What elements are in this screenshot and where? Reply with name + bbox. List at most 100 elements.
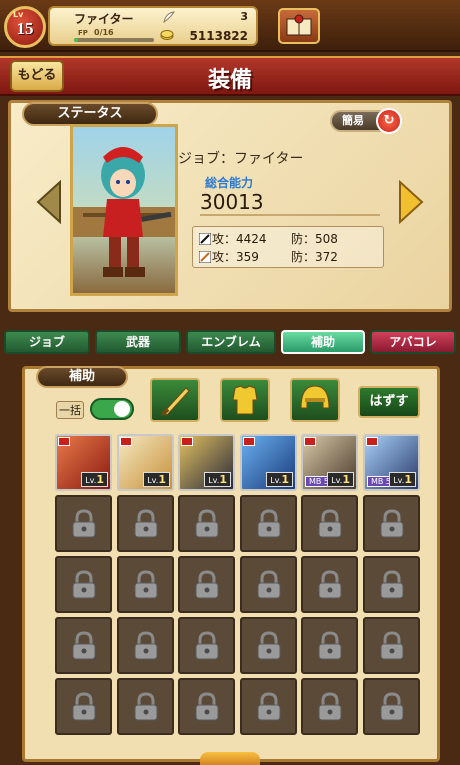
level-badge: Lv 15 bbox=[4, 6, 46, 48]
bulk-toggle[interactable] bbox=[90, 398, 134, 420]
lock-icon bbox=[134, 509, 158, 538]
armor-filter-button[interactable] bbox=[220, 378, 270, 422]
support-card[interactable]: MB 5 Lv.1 bbox=[301, 434, 358, 491]
lock-icon bbox=[72, 631, 96, 660]
tab-weapon[interactable]: 武器 bbox=[95, 330, 181, 354]
card-level-badge: Lv.1 bbox=[81, 472, 108, 487]
fp-label: FP bbox=[78, 29, 88, 37]
character-portrait bbox=[70, 124, 178, 296]
lock-icon bbox=[257, 509, 281, 538]
level-prefix: Lv bbox=[13, 10, 24, 19]
level-number: 15 bbox=[16, 19, 34, 38]
locked-slot[interactable] bbox=[117, 678, 174, 735]
support-section-label: 補助 bbox=[36, 366, 128, 388]
back-button[interactable]: もどる bbox=[10, 60, 64, 92]
tab-avatar-collection[interactable]: アバコレ bbox=[370, 330, 456, 354]
locked-slot[interactable] bbox=[55, 617, 112, 674]
fp-progress-bar bbox=[74, 38, 154, 42]
locked-slot[interactable] bbox=[301, 495, 358, 552]
coin-icon bbox=[160, 30, 174, 40]
locked-slot[interactable] bbox=[55, 495, 112, 552]
locked-slot[interactable] bbox=[301, 556, 358, 613]
locked-slot[interactable] bbox=[55, 678, 112, 735]
card-level-badge: Lv.1 bbox=[143, 472, 170, 487]
lock-icon bbox=[134, 631, 158, 660]
locked-slot[interactable] bbox=[55, 556, 112, 613]
lock-icon bbox=[134, 692, 158, 721]
menu-book-button[interactable] bbox=[278, 8, 320, 44]
physical-attack: 攻：4424 bbox=[212, 232, 267, 246]
status-section-label: ステータス bbox=[22, 102, 158, 126]
weapon-filter-button[interactable] bbox=[150, 378, 200, 422]
lock-icon bbox=[380, 509, 404, 538]
lock-icon bbox=[257, 570, 281, 599]
locked-slot[interactable] bbox=[178, 495, 235, 552]
locked-slot[interactable] bbox=[178, 617, 235, 674]
page-title: 装備 bbox=[207, 68, 252, 93]
card-rarity-marker bbox=[181, 437, 193, 446]
locked-slot[interactable] bbox=[363, 678, 420, 735]
locked-slot[interactable] bbox=[240, 556, 297, 613]
lock-icon bbox=[195, 692, 219, 721]
lock-icon bbox=[134, 570, 158, 599]
support-card[interactable]: MB 5 Lv.1 bbox=[363, 434, 420, 491]
locked-slot[interactable] bbox=[240, 495, 297, 552]
staff-icon bbox=[199, 251, 211, 263]
sword-icon bbox=[160, 387, 190, 417]
fp-progress-fill bbox=[74, 38, 78, 42]
player-name: ファイター bbox=[74, 12, 134, 26]
locked-slot[interactable] bbox=[301, 617, 358, 674]
lock-icon bbox=[195, 570, 219, 599]
lock-icon bbox=[72, 570, 96, 599]
support-card[interactable]: Lv.1 bbox=[178, 434, 235, 491]
lock-icon bbox=[257, 631, 281, 660]
card-level-badge: Lv.1 bbox=[389, 472, 416, 487]
player-info-panel: ファイター FP 0/16 3 5113822 bbox=[48, 6, 258, 46]
lock-icon bbox=[195, 509, 219, 538]
armor-icon bbox=[232, 385, 258, 415]
card-level-prefix: Lv. bbox=[147, 476, 159, 485]
card-rarity-marker bbox=[366, 437, 378, 446]
tab-job[interactable]: ジョブ bbox=[4, 330, 90, 354]
tab-emblem[interactable]: エンブレム bbox=[186, 330, 276, 354]
tab-support[interactable]: 補助 bbox=[281, 330, 365, 354]
gem-count: 3 bbox=[240, 10, 248, 23]
helmet-filter-button[interactable] bbox=[290, 378, 340, 422]
support-card[interactable]: Lv.1 bbox=[240, 434, 297, 491]
locked-slot[interactable] bbox=[117, 495, 174, 552]
locked-slot[interactable] bbox=[117, 617, 174, 674]
power-divider bbox=[200, 214, 380, 216]
card-level-prefix: Lv. bbox=[85, 476, 97, 485]
card-level-number: 1 bbox=[342, 473, 350, 486]
magic-defense: 防：372 bbox=[291, 250, 338, 264]
card-level-number: 1 bbox=[96, 473, 104, 486]
feather-icon bbox=[163, 11, 175, 23]
lock-icon bbox=[318, 570, 342, 599]
locked-slot[interactable] bbox=[117, 556, 174, 613]
locked-slot[interactable] bbox=[240, 617, 297, 674]
card-rarity-marker bbox=[58, 437, 70, 446]
card-level-number: 1 bbox=[404, 473, 412, 486]
locked-slot[interactable] bbox=[178, 556, 235, 613]
simple-view-button[interactable]: 簡易 ↻ bbox=[330, 108, 402, 134]
card-rarity-marker bbox=[304, 437, 316, 446]
lock-icon bbox=[318, 692, 342, 721]
locked-slot[interactable] bbox=[363, 617, 420, 674]
card-rarity-marker bbox=[120, 437, 132, 446]
prev-character-arrow[interactable] bbox=[36, 180, 62, 224]
locked-slot[interactable] bbox=[301, 678, 358, 735]
character-sprite bbox=[73, 147, 175, 277]
remove-button[interactable]: はずす bbox=[358, 386, 420, 418]
lock-icon bbox=[72, 509, 96, 538]
card-rarity-marker bbox=[243, 437, 255, 446]
locked-slot[interactable] bbox=[178, 678, 235, 735]
lock-icon bbox=[257, 692, 281, 721]
locked-slot[interactable] bbox=[363, 556, 420, 613]
locked-slot[interactable] bbox=[363, 495, 420, 552]
support-card[interactable]: Lv.1 bbox=[117, 434, 174, 491]
next-character-arrow[interactable] bbox=[398, 180, 424, 224]
lock-icon bbox=[380, 570, 404, 599]
locked-slot[interactable] bbox=[240, 678, 297, 735]
support-card[interactable]: Lv.1 bbox=[55, 434, 112, 491]
toggle-knob bbox=[114, 401, 130, 417]
